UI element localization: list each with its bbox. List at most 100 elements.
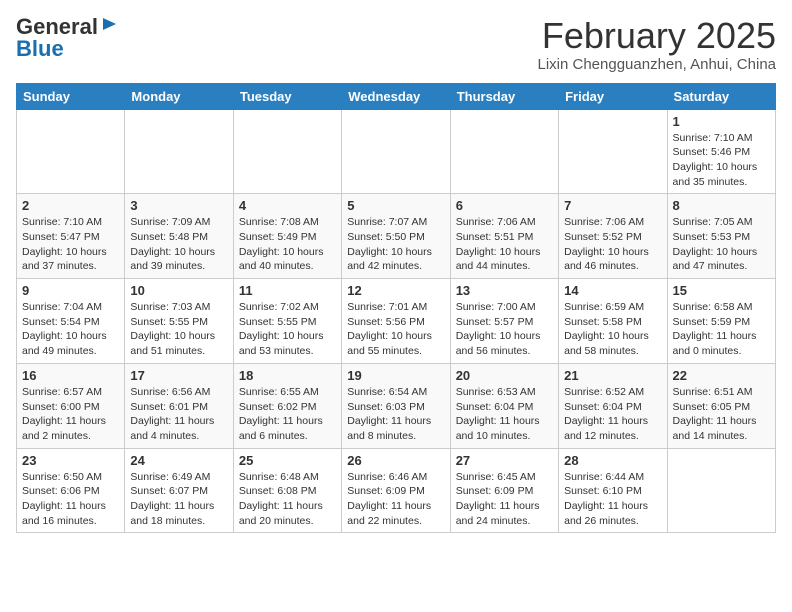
location-title: Lixin Chengguanzhen, Anhui, China (537, 56, 776, 73)
day-info: Sunrise: 7:08 AM Sunset: 5:49 PM Dayligh… (239, 215, 336, 274)
calendar-cell: 25 Sunrise: 6:48 AM Sunset: 6:08 PM Dayli… (233, 448, 341, 533)
calendar-week-row: 16 Sunrise: 6:57 AM Sunset: 6:00 PM Dayli… (17, 363, 776, 448)
calendar-cell: 4 Sunrise: 7:08 AM Sunset: 5:49 PM Daylig… (233, 194, 341, 279)
calendar-cell (17, 109, 125, 194)
calendar-cell: 12 Sunrise: 7:01 AM Sunset: 5:56 PM Dayli… (342, 279, 450, 364)
calendar-cell (559, 109, 667, 194)
calendar-cell: 6Sunrise: 7:06 AM Sunset: 5:51 PM Daylig… (450, 194, 558, 279)
day-info: Sunrise: 6:49 AM Sunset: 6:07 PM Dayligh… (130, 470, 227, 529)
day-info: Sunrise: 7:07 AM Sunset: 5:50 PM Dayligh… (347, 215, 444, 274)
day-number: 7 (564, 198, 661, 213)
calendar-cell (233, 109, 341, 194)
calendar-cell: 21 Sunrise: 6:52 AM Sunset: 6:04 PM Dayli… (559, 363, 667, 448)
logo-blue-text: Blue (16, 38, 64, 60)
calendar-cell: 24Sunrise: 6:49 AM Sunset: 6:07 PM Dayli… (125, 448, 233, 533)
day-info: Sunrise: 7:01 AM Sunset: 5:56 PM Dayligh… (347, 300, 444, 359)
day-number: 11 (239, 283, 336, 298)
calendar-cell (667, 448, 775, 533)
calendar-cell: 23 Sunrise: 6:50 AM Sunset: 6:06 PM Dayli… (17, 448, 125, 533)
day-info: Sunrise: 7:00 AM Sunset: 5:57 PM Dayligh… (456, 300, 553, 359)
calendar-cell (450, 109, 558, 194)
day-info: Sunrise: 6:58 AM Sunset: 5:59 PM Dayligh… (673, 300, 770, 359)
day-number: 13 (456, 283, 553, 298)
day-info: Sunrise: 6:53 AM Sunset: 6:04 PM Dayligh… (456, 385, 553, 444)
day-info: Sunrise: 6:56 AM Sunset: 6:01 PM Dayligh… (130, 385, 227, 444)
weekday-header: Sunday (17, 83, 125, 109)
day-number: 14 (564, 283, 661, 298)
day-info: Sunrise: 6:52 AM Sunset: 6:04 PM Dayligh… (564, 385, 661, 444)
day-number: 20 (456, 368, 553, 383)
calendar-cell: 18 Sunrise: 6:55 AM Sunset: 6:02 PM Dayli… (233, 363, 341, 448)
calendar-cell: 26Sunrise: 6:46 AM Sunset: 6:09 PM Dayli… (342, 448, 450, 533)
calendar-cell: 17 Sunrise: 6:56 AM Sunset: 6:01 PM Dayli… (125, 363, 233, 448)
day-number: 15 (673, 283, 770, 298)
weekday-header: Tuesday (233, 83, 341, 109)
day-info: Sunrise: 7:03 AM Sunset: 5:55 PM Dayligh… (130, 300, 227, 359)
day-number: 19 (347, 368, 444, 383)
day-info: Sunrise: 7:10 AM Sunset: 5:47 PM Dayligh… (22, 215, 119, 274)
calendar-cell: 19 Sunrise: 6:54 AM Sunset: 6:03 PM Dayli… (342, 363, 450, 448)
calendar-cell (125, 109, 233, 194)
logo-flag-icon (100, 16, 118, 34)
day-number: 1 (673, 114, 770, 129)
calendar-header-row: SundayMondayTuesdayWednesdayThursdayFrid… (17, 83, 776, 109)
day-number: 4 (239, 198, 336, 213)
calendar-cell: 13 Sunrise: 7:00 AM Sunset: 5:57 PM Dayli… (450, 279, 558, 364)
day-number: 21 (564, 368, 661, 383)
day-info: Sunrise: 7:09 AM Sunset: 5:48 PM Dayligh… (130, 215, 227, 274)
weekday-header: Thursday (450, 83, 558, 109)
day-number: 27 (456, 453, 553, 468)
calendar-cell: 10 Sunrise: 7:03 AM Sunset: 5:55 PM Dayli… (125, 279, 233, 364)
calendar-cell: 14 Sunrise: 6:59 AM Sunset: 5:58 PM Dayli… (559, 279, 667, 364)
day-number: 16 (22, 368, 119, 383)
day-info: Sunrise: 7:04 AM Sunset: 5:54 PM Dayligh… (22, 300, 119, 359)
logo: General Blue (16, 16, 118, 60)
month-title: February 2025 (537, 16, 776, 56)
weekday-header: Saturday (667, 83, 775, 109)
calendar-cell: 16 Sunrise: 6:57 AM Sunset: 6:00 PM Dayli… (17, 363, 125, 448)
day-number: 25 (239, 453, 336, 468)
day-number: 12 (347, 283, 444, 298)
weekday-header: Monday (125, 83, 233, 109)
logo-general-text: General (16, 16, 98, 38)
calendar-week-row: 23 Sunrise: 6:50 AM Sunset: 6:06 PM Dayli… (17, 448, 776, 533)
day-number: 26 (347, 453, 444, 468)
calendar-cell: 28Sunrise: 6:44 AM Sunset: 6:10 PM Dayli… (559, 448, 667, 533)
calendar-cell: 3 Sunrise: 7:09 AM Sunset: 5:48 PM Daylig… (125, 194, 233, 279)
calendar-cell: 9 Sunrise: 7:04 AM Sunset: 5:54 PM Daylig… (17, 279, 125, 364)
calendar-cell: 22 Sunrise: 6:51 AM Sunset: 6:05 PM Dayli… (667, 363, 775, 448)
day-info: Sunrise: 6:59 AM Sunset: 5:58 PM Dayligh… (564, 300, 661, 359)
day-number: 9 (22, 283, 119, 298)
day-number: 23 (22, 453, 119, 468)
calendar-cell: 15 Sunrise: 6:58 AM Sunset: 5:59 PM Dayli… (667, 279, 775, 364)
calendar-cell: 20 Sunrise: 6:53 AM Sunset: 6:04 PM Dayli… (450, 363, 558, 448)
weekday-header: Friday (559, 83, 667, 109)
day-number: 17 (130, 368, 227, 383)
calendar-week-row: 2Sunrise: 7:10 AM Sunset: 5:47 PM Daylig… (17, 194, 776, 279)
calendar-week-row: 1Sunrise: 7:10 AM Sunset: 5:46 PM Daylig… (17, 109, 776, 194)
calendar-cell: 27 Sunrise: 6:45 AM Sunset: 6:09 PM Dayli… (450, 448, 558, 533)
day-info: Sunrise: 6:55 AM Sunset: 6:02 PM Dayligh… (239, 385, 336, 444)
page-header: General Blue February 2025 Lixin Chenggu… (16, 16, 776, 73)
day-number: 5 (347, 198, 444, 213)
day-number: 6 (456, 198, 553, 213)
day-info: Sunrise: 6:48 AM Sunset: 6:08 PM Dayligh… (239, 470, 336, 529)
day-info: Sunrise: 7:06 AM Sunset: 5:52 PM Dayligh… (564, 215, 661, 274)
day-info: Sunrise: 6:45 AM Sunset: 6:09 PM Dayligh… (456, 470, 553, 529)
day-number: 18 (239, 368, 336, 383)
calendar-cell: 1Sunrise: 7:10 AM Sunset: 5:46 PM Daylig… (667, 109, 775, 194)
day-info: Sunrise: 6:54 AM Sunset: 6:03 PM Dayligh… (347, 385, 444, 444)
day-number: 22 (673, 368, 770, 383)
calendar-cell (342, 109, 450, 194)
calendar-cell: 8Sunrise: 7:05 AM Sunset: 5:53 PM Daylig… (667, 194, 775, 279)
day-info: Sunrise: 7:05 AM Sunset: 5:53 PM Dayligh… (673, 215, 770, 274)
day-number: 10 (130, 283, 227, 298)
calendar-table: SundayMondayTuesdayWednesdayThursdayFrid… (16, 83, 776, 534)
day-info: Sunrise: 6:51 AM Sunset: 6:05 PM Dayligh… (673, 385, 770, 444)
calendar-week-row: 9 Sunrise: 7:04 AM Sunset: 5:54 PM Daylig… (17, 279, 776, 364)
calendar-cell: 5 Sunrise: 7:07 AM Sunset: 5:50 PM Daylig… (342, 194, 450, 279)
day-info: Sunrise: 6:50 AM Sunset: 6:06 PM Dayligh… (22, 470, 119, 529)
day-info: Sunrise: 7:02 AM Sunset: 5:55 PM Dayligh… (239, 300, 336, 359)
day-info: Sunrise: 6:57 AM Sunset: 6:00 PM Dayligh… (22, 385, 119, 444)
day-number: 3 (130, 198, 227, 213)
